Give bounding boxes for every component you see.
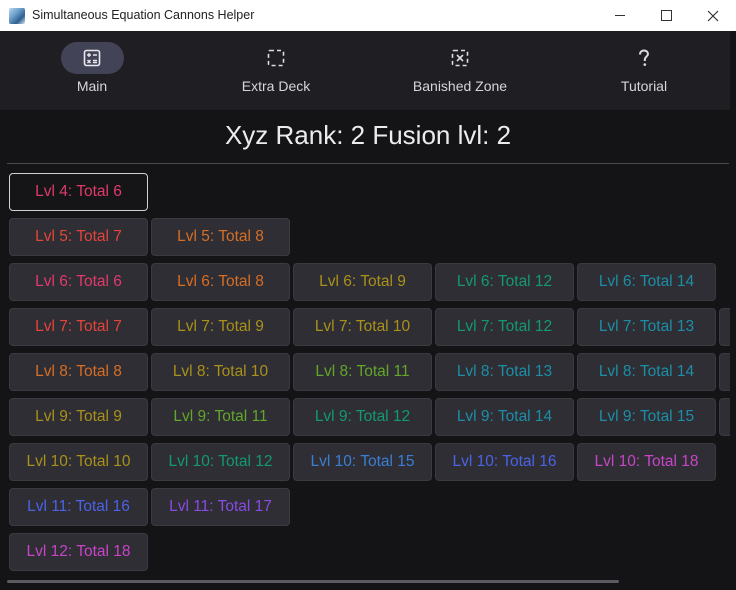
- combination-button[interactable]: Lvl 6: Total 14: [577, 263, 716, 301]
- combination-button[interactable]: Lvl 11: Total 16: [9, 488, 148, 526]
- close-button[interactable]: [690, 0, 736, 31]
- combination-button[interactable]: Lvl 10: Total 18: [577, 443, 716, 481]
- combination-button[interactable]: Lvl 8: Total 10: [151, 353, 290, 391]
- question-mark-icon: [639, 49, 650, 66]
- maximize-icon: [660, 10, 672, 21]
- combination-button[interactable]: Lvl 11: Total 17: [151, 488, 290, 526]
- combination-button[interactable]: Lvl 5: Total 7: [9, 218, 148, 256]
- combination-button[interactable]: Lvl 9: Total 14: [435, 398, 574, 436]
- combination-button[interactable]: Lvl 9: Total 15: [577, 398, 716, 436]
- combination-button[interactable]: Lvl 8: Total 13: [435, 353, 574, 391]
- page-heading: Xyz Rank: 2 Fusion lvl: 2: [224, 120, 512, 150]
- combination-button[interactable]: Lvl 8: Total 11: [293, 353, 432, 391]
- nav-tab-tutorial[interactable]: Tutorial: [552, 31, 736, 110]
- combination-button[interactable]: Lvl 10: Total 15: [293, 443, 432, 481]
- combination-button[interactable]: Lvl 8: Total 14: [577, 353, 716, 391]
- dashed-square-icon: [267, 49, 285, 67]
- combination-button[interactable]: Lvl 9: Total 11: [151, 398, 290, 436]
- combination-button[interactable]: Lvl 12: Total 18: [9, 533, 148, 571]
- app-icon: [9, 8, 25, 24]
- combination-button[interactable]: Lvl 6: Total 6: [9, 263, 148, 301]
- combination-button[interactable]: Lvl 4: Total 6: [9, 173, 148, 211]
- combination-button[interactable]: Lvl 10: Total 10: [9, 443, 148, 481]
- close-icon: [707, 10, 719, 21]
- calculator-icon: [83, 49, 101, 67]
- dashed-square-x-icon: [451, 49, 469, 67]
- nav-label: Tutorial: [620, 78, 668, 94]
- combination-button[interactable]: Lvl 7: Total 13: [577, 308, 716, 346]
- scroll-gutter: [730, 31, 736, 590]
- divider: [7, 163, 729, 164]
- combination-button[interactable]: Lvl 6: Total 12: [435, 263, 574, 301]
- nav-label: Extra Deck: [241, 78, 311, 94]
- combination-button[interactable]: Lvl 10: Total 16: [435, 443, 574, 481]
- combination-button[interactable]: Lvl 6: Total 8: [151, 263, 290, 301]
- nav-label: Main: [76, 78, 108, 94]
- window-title: Simultaneous Equation Cannons Helper: [32, 8, 255, 22]
- combination-button[interactable]: Lvl 7: Total 7: [9, 308, 148, 346]
- title-bar: Simultaneous Equation Cannons Helper: [0, 0, 736, 31]
- combination-button[interactable]: Lvl 9: Total 9: [9, 398, 148, 436]
- combination-button[interactable]: Lvl 6: Total 9: [293, 263, 432, 301]
- navigation-bar: Main Extra Deck Banished Zone Tutorial: [0, 31, 736, 110]
- nav-label: Banished Zone: [412, 78, 508, 94]
- app-window: Simultaneous Equation Cannons Helper Mai…: [0, 0, 736, 590]
- combination-button[interactable]: Lvl 8: Total 8: [9, 353, 148, 391]
- combination-button[interactable]: Lvl 7: Total 10: [293, 308, 432, 346]
- maximize-button[interactable]: [643, 0, 689, 31]
- nav-tab-main[interactable]: Main: [0, 31, 184, 110]
- minimize-button[interactable]: [597, 0, 643, 31]
- minimize-icon: [615, 15, 625, 16]
- combination-button[interactable]: Lvl 7: Total 12: [435, 308, 574, 346]
- combination-button[interactable]: Lvl 7: Total 9: [151, 308, 290, 346]
- nav-tab-banished-zone[interactable]: Banished Zone: [368, 31, 552, 110]
- combination-button[interactable]: Lvl 5: Total 8: [151, 218, 290, 256]
- horizontal-scrollbar[interactable]: [7, 580, 619, 583]
- combination-button[interactable]: Lvl 9: Total 12: [293, 398, 432, 436]
- nav-tab-extra-deck[interactable]: Extra Deck: [184, 31, 368, 110]
- combination-button[interactable]: Lvl 10: Total 12: [151, 443, 290, 481]
